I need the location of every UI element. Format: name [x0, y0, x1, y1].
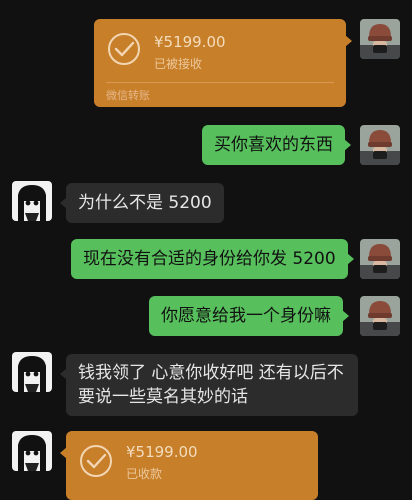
contact-avatar[interactable]: [12, 431, 52, 471]
helmet-avatar-icon: [360, 296, 400, 336]
helmet-avatar-icon: [360, 125, 400, 165]
self-avatar[interactable]: [360, 296, 400, 336]
anime-girl-avatar-icon: [12, 181, 52, 221]
self-avatar[interactable]: [360, 239, 400, 279]
message-line: 要说一些莫名其妙的话: [78, 387, 248, 407]
self-avatar[interactable]: [360, 125, 400, 165]
transfer-footer: 微信转账: [106, 89, 150, 102]
message-bubble-received[interactable]: 钱我领了 心意你收好吧 还有以后不 要说一些莫名其妙的话: [60, 354, 358, 416]
transfer-card-sent[interactable]: ¥5199.00 已被接收 微信转账: [94, 19, 352, 107]
check-circle-icon: [80, 445, 112, 477]
transfer-status: 已被接收: [154, 57, 203, 71]
message-bubble-sent[interactable]: 你愿意给我一个身份嘛: [149, 296, 349, 336]
self-avatar[interactable]: [360, 19, 400, 59]
message-bubble-sent[interactable]: 现在没有合适的身份给你发 5200: [71, 239, 354, 279]
message-line: 钱我领了 心意你收好吧 还有以后不: [78, 363, 344, 383]
anime-girl-avatar-icon: [12, 352, 52, 392]
contact-avatar[interactable]: [12, 352, 52, 392]
transfer-amount: ¥5199.00: [126, 443, 198, 461]
anime-girl-avatar-icon: [12, 431, 52, 471]
helmet-avatar-icon: [360, 19, 400, 59]
helmet-avatar-icon: [360, 239, 400, 279]
transfer-divider: [106, 82, 334, 83]
message-bubble-sent[interactable]: 买你喜欢的东西: [202, 125, 351, 165]
transfer-status: 已收款: [126, 467, 163, 481]
check-circle-icon: [108, 33, 140, 65]
contact-avatar[interactable]: [12, 181, 52, 221]
message-bubble-received[interactable]: 为什么不是 5200: [60, 183, 224, 223]
transfer-amount: ¥5199.00: [154, 33, 226, 51]
transfer-card-received[interactable]: ¥5199.00 已收款: [60, 431, 318, 500]
